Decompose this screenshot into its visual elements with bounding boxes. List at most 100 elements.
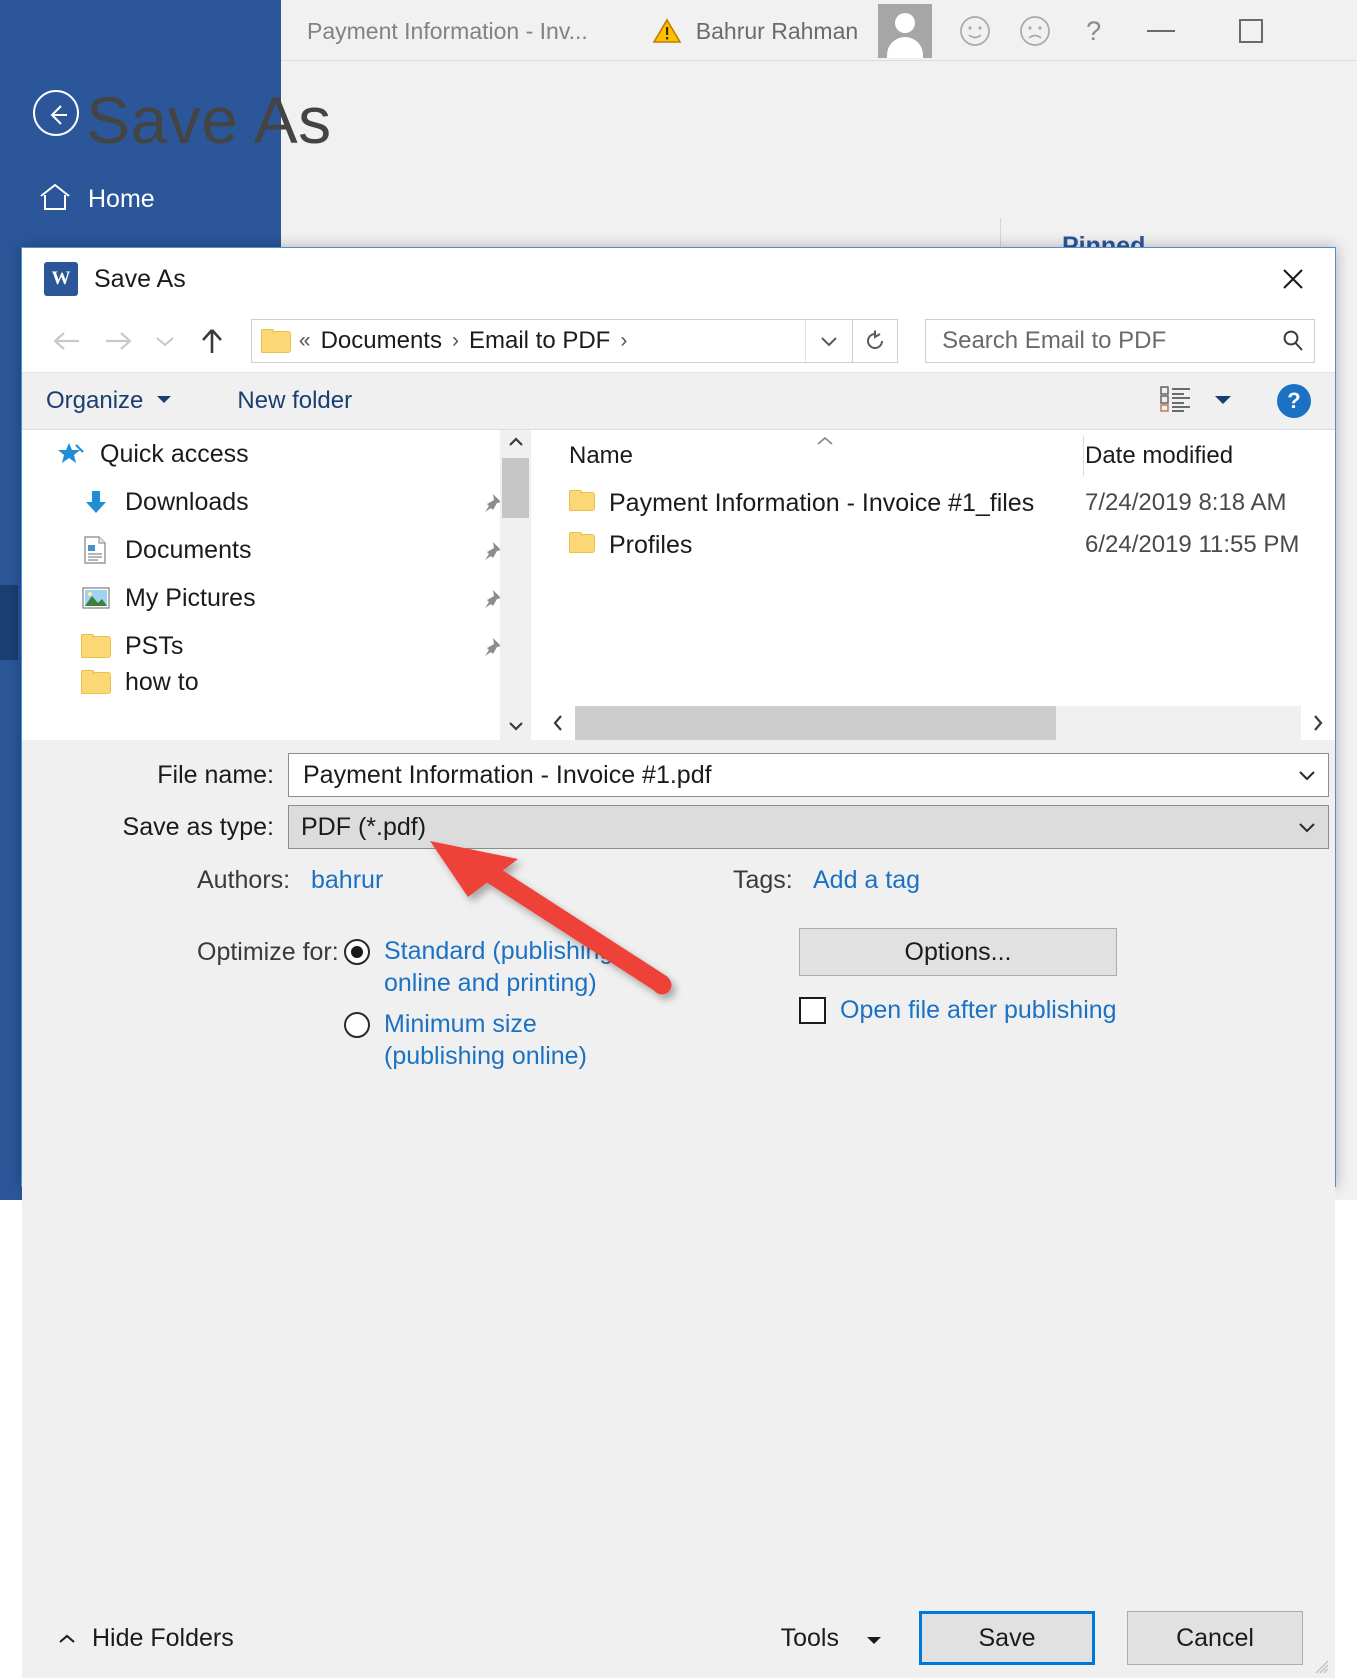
breadcrumb-prefix: « <box>298 329 311 352</box>
view-options[interactable] <box>1159 384 1233 419</box>
star-pin-icon <box>56 441 92 467</box>
avatar[interactable] <box>878 4 933 58</box>
save-as-type-select[interactable]: PDF (*.pdf) <box>288 805 1329 849</box>
new-folder-label: New folder <box>237 387 353 414</box>
help-icon[interactable]: ? <box>1277 384 1311 418</box>
add-a-tag-link[interactable]: Add a tag <box>813 866 920 895</box>
page-title: Save As <box>86 83 332 157</box>
picture-icon <box>81 585 117 611</box>
column-divider[interactable] <box>1083 436 1084 476</box>
open-file-after-publishing-checkbox-row[interactable]: Open file after publishing <box>799 996 1117 1025</box>
radio-minimum-size[interactable]: Minimum size (publishing online) <box>344 1008 594 1072</box>
file-name-label: File name: <box>157 760 274 789</box>
recent-locations-chevron-down-icon[interactable] <box>143 318 186 364</box>
document-title: Payment Information - Inv... <box>307 17 588 44</box>
pane-splitter[interactable] <box>531 430 541 740</box>
file-list-horizontal-scrollbar[interactable] <box>541 706 1335 740</box>
document-icon <box>81 535 117 565</box>
radio-indicator-selected[interactable] <box>344 939 370 965</box>
chevron-left-icon[interactable] <box>541 713 575 733</box>
file-label: Profiles <box>609 530 693 559</box>
table-row[interactable]: Profiles 6/24/2019 11:55 PM <box>541 524 1335 566</box>
chevron-up-icon[interactable] <box>500 430 531 454</box>
file-name-row: File name: <box>22 752 1335 798</box>
new-folder-button[interactable]: New folder <box>237 387 352 415</box>
save-as-type-label: Save as type: <box>122 812 274 841</box>
cancel-button[interactable]: Cancel <box>1127 1611 1303 1665</box>
column-header-date-modified[interactable]: Date modified <box>1065 442 1233 470</box>
left-rail-accent <box>0 585 18 660</box>
search-input[interactable] <box>940 326 1272 356</box>
organize-button[interactable]: Organize <box>46 387 173 415</box>
warning-triangle-icon[interactable] <box>652 17 682 45</box>
chevron-down-icon[interactable] <box>1286 768 1328 782</box>
resize-grip[interactable] <box>1315 1660 1329 1674</box>
user-name[interactable]: Bahrur Rahman <box>696 18 858 45</box>
scrollbar-thumb[interactable] <box>502 458 529 518</box>
sidebar-item-documents[interactable]: Documents <box>22 526 531 574</box>
folder-icon <box>569 532 595 558</box>
checkbox-indicator[interactable] <box>799 997 826 1024</box>
file-name-field[interactable] <box>288 753 1329 797</box>
home-icon <box>38 182 72 217</box>
address-chevron-down-icon[interactable] <box>805 320 852 362</box>
file-name-cell: Profiles <box>541 531 1065 560</box>
close-icon[interactable] <box>1261 252 1325 306</box>
organize-label: Organize <box>46 387 144 414</box>
tools-button[interactable]: Tools <box>781 1624 883 1653</box>
dialog-titlebar: W Save As <box>22 248 1335 310</box>
chevron-right-icon[interactable] <box>1301 713 1335 733</box>
dialog-title: Save As <box>94 264 186 293</box>
search-box[interactable] <box>925 319 1315 363</box>
help-button[interactable]: ? <box>1086 16 1101 47</box>
refresh-icon[interactable] <box>853 319 899 363</box>
authors-label: Authors: <box>197 866 291 894</box>
back-arrow-icon[interactable] <box>42 318 93 364</box>
sidebar-item-my-pictures[interactable]: My Pictures <box>22 574 531 622</box>
file-name-input[interactable] <box>301 759 1286 791</box>
open-file-after-publishing-label: Open file after publishing <box>840 996 1117 1024</box>
scrollbar-thumb[interactable] <box>575 706 1056 740</box>
radio-standard[interactable]: Standard (publishing online and printing… <box>344 935 634 999</box>
radio-standard-label: Standard (publishing online and printing… <box>384 937 614 997</box>
up-arrow-icon[interactable] <box>186 318 237 364</box>
view-chevron-down-icon[interactable] <box>1213 392 1233 411</box>
tools-label: Tools <box>780 1623 839 1652</box>
file-name-cell: Payment Information - Invoice #1_files <box>541 489 1065 518</box>
options-button[interactable]: Options... <box>799 928 1117 976</box>
breadcrumb-item-0[interactable]: Documents <box>321 327 442 355</box>
view-layout-icon[interactable] <box>1159 384 1193 419</box>
scrollbar-track[interactable] <box>575 706 1301 740</box>
table-row[interactable]: Payment Information - Invoice #1_files 7… <box>541 482 1335 524</box>
save-as-type-value: PDF (*.pdf) <box>301 812 427 841</box>
address-bar[interactable]: « Documents › Email to PDF › <box>250 319 854 363</box>
sidebar-item-label: Downloads <box>125 487 249 516</box>
forward-arrow-icon[interactable] <box>93 318 144 364</box>
sidebar-item-downloads[interactable]: Downloads <box>22 478 531 526</box>
sidebar-item-label: My Pictures <box>125 583 256 612</box>
chevron-up-icon <box>56 1624 78 1653</box>
sidebar-item-psts[interactable]: PSTs <box>22 622 531 670</box>
breadcrumb-item-1[interactable]: Email to PDF <box>469 327 610 355</box>
authors-value[interactable]: bahrur <box>311 866 383 895</box>
back-arrow-icon[interactable] <box>33 90 79 136</box>
chevron-down-icon[interactable] <box>1286 820 1328 834</box>
radio-indicator[interactable] <box>344 1012 370 1038</box>
hide-folders-button[interactable]: Hide Folders <box>56 1624 234 1653</box>
dialog-body: Quick access Downloads Documents My Pict… <box>22 429 1335 740</box>
sidebar-item-quick-access[interactable]: Quick access <box>22 430 531 478</box>
tags-label: Tags: <box>733 866 793 894</box>
restore-button[interactable] <box>1239 19 1264 43</box>
chevron-down-icon[interactable] <box>500 714 531 738</box>
smiley-face-icon[interactable] <box>958 14 992 48</box>
sidebar-item-how-to[interactable]: how to <box>22 670 531 694</box>
column-header-name[interactable]: Name <box>541 442 1065 470</box>
backstage-item-home[interactable]: Home <box>38 182 155 217</box>
search-icon[interactable] <box>1272 328 1314 354</box>
minimize-button[interactable] <box>1147 30 1176 32</box>
sidebar-item-label: PSTs <box>125 631 184 660</box>
frowny-face-icon[interactable] <box>1018 14 1052 48</box>
folder-icon <box>81 634 117 658</box>
save-button[interactable]: Save <box>919 1611 1095 1665</box>
nav-pane-scrollbar[interactable] <box>500 430 531 740</box>
